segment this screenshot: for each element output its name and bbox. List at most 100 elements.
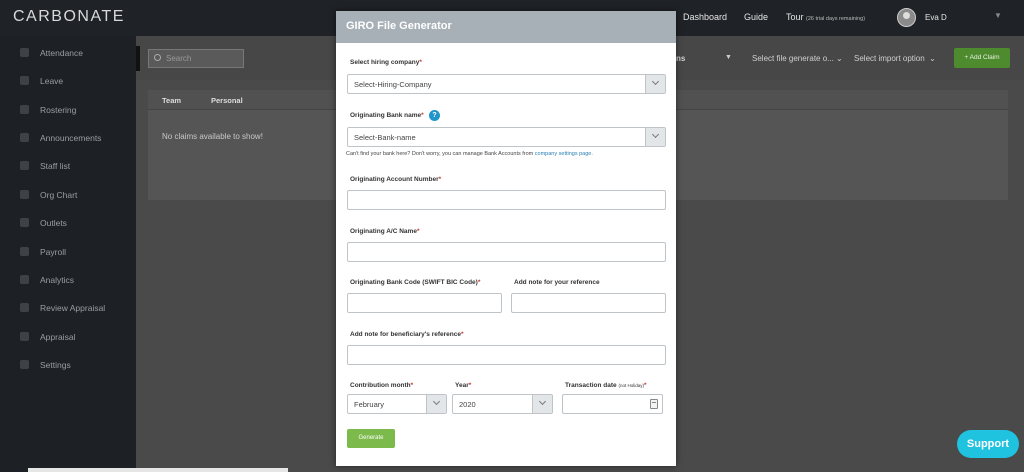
chart-icon: [20, 275, 29, 284]
year-label: Year*: [455, 382, 472, 389]
sidebar-item-label: Attendance: [40, 48, 84, 58]
transaction-date-label: Transaction date (not Holiday)*: [565, 382, 647, 389]
sidebar-item-label: Review Appraisal: [40, 303, 106, 313]
chevron-down-icon: [432, 397, 441, 406]
chevron-down-icon: [651, 77, 660, 86]
transaction-date-input[interactable]: [562, 394, 663, 414]
dropdown-toggle[interactable]: [426, 395, 446, 413]
sidebar-item-leave[interactable]: Leave: [0, 71, 136, 91]
file-generate-label: Select file generate o...: [752, 54, 834, 63]
account-number-input[interactable]: [347, 190, 666, 210]
sidebar-item-payroll[interactable]: Payroll: [0, 242, 136, 262]
note-reference-label: Add note for your reference: [514, 279, 600, 286]
bank-hint-text: Can't find your bank here? Don't worry, …: [346, 151, 534, 157]
dropdown-toggle[interactable]: [645, 75, 665, 93]
sidebar-item-label: Appraisal: [40, 332, 76, 342]
brand-logo[interactable]: CARBONATE: [13, 8, 125, 26]
year-value: 2020: [459, 400, 476, 409]
tab-team[interactable]: Team: [162, 96, 181, 105]
chevron-down-icon[interactable]: ▼: [994, 11, 1002, 20]
calendar-icon[interactable]: [650, 399, 658, 409]
search-input[interactable]: Search: [148, 49, 244, 68]
support-button[interactable]: Support: [957, 430, 1019, 458]
dropdown-toggle[interactable]: [645, 128, 665, 146]
file-generate-select[interactable]: Select file generate o... ⌄: [752, 54, 843, 63]
bank-code-input[interactable]: [347, 293, 502, 313]
bank-code-label: Originating Bank Code (SWIFT BIC Code)*: [350, 279, 481, 286]
clock-icon: [20, 48, 29, 57]
sidebar-item-label: Rostering: [40, 105, 77, 115]
bottom-scrollbar[interactable]: [28, 468, 288, 472]
sidebar-item-appraisal[interactable]: Appraisal: [0, 327, 136, 347]
org-chart-icon: [20, 190, 29, 199]
sidebar-item-label: Analytics: [40, 275, 75, 285]
search-icon: [154, 54, 161, 61]
import-option-select[interactable]: Select import option ⌄: [854, 54, 936, 63]
gear-icon: [20, 360, 29, 369]
modal-title: GIRO File Generator: [346, 20, 452, 32]
help-icon[interactable]: ?: [429, 110, 440, 121]
sidebar-item-label: Leave: [40, 76, 64, 86]
note-beneficiary-input[interactable]: [347, 345, 666, 365]
hiring-company-select[interactable]: Select-Hiring-Company: [347, 74, 666, 94]
company-settings-link[interactable]: company settings page.: [535, 151, 593, 157]
sidebar-item-outlets[interactable]: Outlets: [0, 213, 136, 233]
sidebar-item-attendance[interactable]: Attendance: [0, 43, 136, 63]
user-name[interactable]: Eva D: [925, 13, 947, 22]
nav-tour[interactable]: Tour (26 trial days remaining): [786, 12, 865, 22]
sidebar-item-label: Staff list: [40, 161, 71, 171]
calendar-icon: [20, 76, 29, 85]
roster-icon: [20, 105, 29, 114]
users-icon: [20, 161, 29, 170]
nav-tour-label: Tour: [786, 12, 804, 22]
sidebar-item-label: Settings: [40, 360, 71, 370]
bank-name-value: Select-Bank-name: [354, 133, 416, 142]
toolbar-title-fragment: ns: [676, 54, 686, 63]
chevron-down-icon: [651, 130, 660, 139]
import-option-label: Select import option: [854, 54, 925, 63]
sidebar-item-settings[interactable]: Settings: [0, 355, 136, 375]
sidebar-item-rostering[interactable]: Rostering: [0, 100, 136, 120]
dropdown-toggle[interactable]: [532, 395, 552, 413]
review-icon: [20, 303, 29, 312]
modal-header: GIRO File Generator: [336, 11, 676, 43]
contribution-month-select[interactable]: February: [347, 394, 447, 414]
contribution-month-label: Contribution month*: [350, 382, 414, 389]
giro-modal: GIRO File Generator Select hiring compan…: [336, 11, 676, 466]
caret-down-icon[interactable]: ▼: [725, 54, 732, 61]
bank-hint: Can't find your bank here? Don't worry, …: [346, 151, 593, 157]
nav-dashboard[interactable]: Dashboard: [683, 12, 727, 22]
sidebar-item-label: Org Chart: [40, 190, 78, 200]
star-icon: [20, 332, 29, 341]
sidebar-item-label: Payroll: [40, 247, 66, 257]
contribution-month-value: February: [354, 400, 385, 409]
hiring-company-value: Select-Hiring-Company: [354, 80, 432, 89]
year-select[interactable]: 2020: [452, 394, 553, 414]
generate-button[interactable]: Generate: [347, 429, 395, 448]
add-claim-button[interactable]: + Add Claim: [954, 48, 1010, 68]
sidebar: Attendance Leave Rostering Announcements…: [0, 36, 136, 472]
note-reference-input[interactable]: [511, 293, 666, 313]
avatar[interactable]: [897, 8, 916, 27]
chevron-down-icon: [538, 397, 547, 406]
sidebar-item-label: Outlets: [40, 218, 67, 228]
empty-state-text: No claims available to show!: [162, 132, 263, 141]
account-number-label: Originating Account Number*: [350, 176, 442, 183]
wallet-icon: [20, 247, 29, 256]
bank-name-select[interactable]: Select-Bank-name: [347, 127, 666, 147]
bank-name-label: Originating Bank name*: [350, 112, 424, 119]
ac-name-label: Originating A/C Name*: [350, 228, 420, 235]
trial-days-text: (26 trial days remaining): [806, 16, 866, 22]
store-icon: [20, 218, 29, 227]
sidebar-item-org-chart[interactable]: Org Chart: [0, 185, 136, 205]
hiring-company-label: Select hiring company*: [350, 59, 422, 66]
sidebar-item-label: Announcements: [40, 133, 102, 143]
ac-name-input[interactable]: [347, 242, 666, 262]
sidebar-item-announcements[interactable]: Announcements: [0, 128, 136, 148]
search-placeholder: Search: [166, 54, 192, 63]
nav-guide[interactable]: Guide: [744, 12, 768, 22]
sidebar-item-staff-list[interactable]: Staff list: [0, 156, 136, 176]
sidebar-item-analytics[interactable]: Analytics: [0, 270, 136, 290]
tab-personal[interactable]: Personal: [211, 96, 243, 105]
sidebar-item-review-appraisal[interactable]: Review Appraisal: [0, 298, 136, 318]
